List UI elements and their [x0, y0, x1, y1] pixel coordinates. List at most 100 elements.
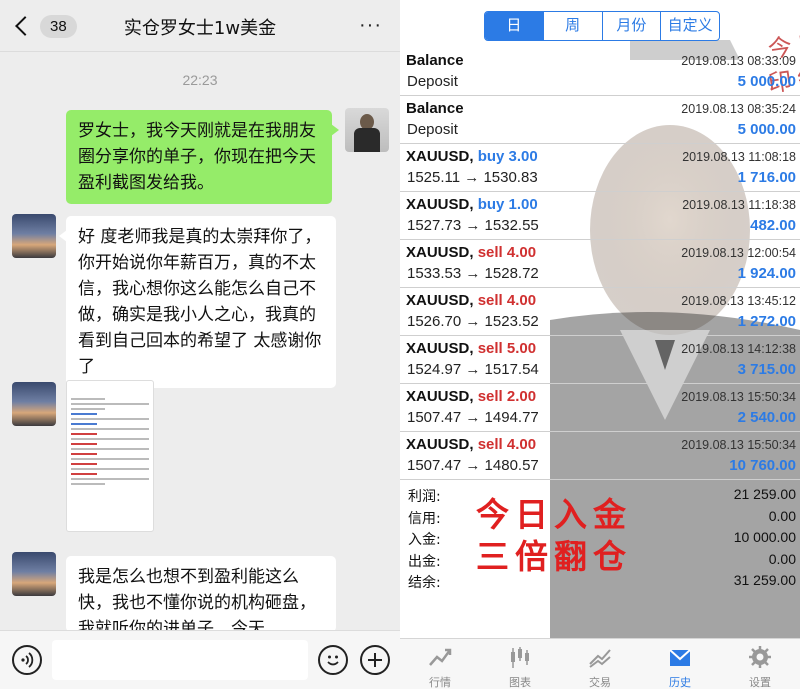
chat-title: 实仓罗女士1w美金	[123, 18, 277, 39]
thumb-line	[71, 418, 149, 420]
deal-row[interactable]: XAUUSD, buy 1.00 2019.08.13 11:18:38 152…	[400, 192, 800, 240]
nav-label: 行情	[429, 676, 451, 689]
deal-profit: 482.00	[750, 217, 796, 234]
more-button[interactable]: ···	[359, 14, 382, 37]
deal-symbol: XAUUSD,	[406, 340, 474, 357]
tab-month[interactable]: 月份	[603, 12, 662, 40]
deal-row[interactable]: XAUUSD, sell 4.00 2019.08.13 12:00:54 15…	[400, 240, 800, 288]
nav-chart[interactable]: 图表	[480, 639, 560, 689]
deal-row[interactable]: Balance 2019.08.13 08:35:24 Deposit 5 00…	[400, 96, 800, 144]
summary-value: 31 259.00	[733, 572, 796, 588]
plus-icon[interactable]	[360, 645, 390, 675]
thumb-line	[71, 438, 149, 440]
deal-profit: 1 272.00	[737, 313, 796, 330]
nav-quotes[interactable]: 行情	[400, 639, 480, 689]
deal-row[interactable]: XAUUSD, sell 5.00 2019.08.13 14:12:38 15…	[400, 336, 800, 384]
nav-trade[interactable]: 交易	[560, 639, 640, 689]
contact-avatar[interactable]	[12, 552, 56, 596]
thumb-line	[71, 408, 106, 410]
message-bubble-received[interactable]: 我是怎么也想不到盈利能这么快，我也不懂你说的机构砸盘，我就听你的进单子，今天	[66, 556, 336, 632]
deal-profit: 1 924.00	[737, 265, 796, 282]
deal-datetime: 2019.08.13 15:50:34	[681, 438, 796, 452]
screenshot-thumbnail[interactable]	[66, 380, 154, 532]
deal-symbol: XAUUSD,	[406, 388, 474, 405]
overlay-line: 三倍翻仓	[476, 537, 632, 576]
deal-symbol: XAUUSD,	[406, 148, 474, 165]
nav-label: 历史	[669, 676, 691, 689]
contact-avatar[interactable]	[12, 382, 56, 426]
deal-row[interactable]: Balance 2019.08.13 08:33:09 Deposit 5 00…	[400, 48, 800, 96]
avatar-body	[354, 128, 380, 152]
nav-label: 设置	[749, 676, 771, 689]
deal-symbol: Balance	[406, 100, 464, 117]
thumb-line	[71, 458, 149, 460]
voice-icon[interactable]	[12, 645, 42, 675]
deal-row[interactable]: XAUUSD, sell 2.00 2019.08.13 15:50:34 15…	[400, 384, 800, 432]
nav-settings[interactable]: 设置	[720, 639, 800, 689]
thumb-line	[71, 423, 97, 425]
deal-datetime: 2019.08.13 11:18:38	[682, 198, 796, 212]
settings-icon	[749, 646, 771, 668]
thumb-line	[71, 468, 149, 470]
period-tabs: 日 周 月份 自定义	[484, 11, 720, 41]
summary-value: 0.00	[768, 550, 796, 567]
bottom-nav: 行情 图表 交易 历史 设置	[400, 638, 800, 689]
deal-datetime: 2019.08.13 11:08:18	[682, 150, 796, 164]
emoji-icon[interactable]	[318, 645, 348, 675]
deal-profit: 10 760.00	[729, 457, 796, 474]
deal-prices: 1533.53 → 1528.72	[407, 265, 539, 282]
deal-symbol-wrap: XAUUSD, sell 4.00	[406, 292, 536, 309]
thumb-line	[71, 428, 149, 430]
message-input[interactable]	[52, 640, 308, 680]
thumb-line	[71, 478, 149, 480]
deal-prices: 1525.11 → 1530.83	[407, 169, 538, 186]
deal-row[interactable]: XAUUSD, buy 3.00 2019.08.13 11:08:18 152…	[400, 144, 800, 192]
deal-row[interactable]: XAUUSD, sell 4.00 2019.08.13 13:45:12 15…	[400, 288, 800, 336]
deal-symbol-wrap: XAUUSD, sell 4.00	[406, 244, 536, 261]
deal-list: Balance 2019.08.13 08:33:09 Deposit 5 00…	[400, 48, 800, 480]
overlay-line: 今日入金	[476, 495, 632, 534]
deal-row[interactable]: XAUUSD, sell 4.00 2019.08.13 15:50:34 15…	[400, 432, 800, 480]
nav-history[interactable]: 历史	[640, 639, 720, 689]
summary-label: 入金:	[408, 532, 441, 548]
deal-datetime: 2019.08.13 13:45:12	[681, 294, 796, 308]
deal-side: sell 5.00	[477, 340, 537, 357]
deal-datetime: 2019.08.13 15:50:34	[681, 390, 796, 404]
tab-week[interactable]: 周	[544, 12, 603, 40]
deal-symbol: XAUUSD,	[406, 436, 474, 453]
overlay-caption: 今日入金 三倍翻仓	[476, 494, 632, 578]
deal-datetime: 2019.08.13 12:00:54	[681, 246, 796, 260]
deal-symbol-wrap: XAUUSD, buy 1.00	[406, 196, 538, 213]
contact-avatar[interactable]	[12, 214, 56, 258]
tab-day[interactable]: 日	[485, 12, 544, 40]
summary-value: 10 000.00	[733, 529, 796, 545]
deal-symbol-wrap: XAUUSD, sell 2.00	[406, 388, 536, 405]
chat-header: 38 实仓罗女士1w美金 ···	[0, 0, 400, 52]
deal-symbol-wrap: XAUUSD, sell 5.00	[406, 340, 536, 357]
thumb-line	[71, 413, 97, 415]
message-bubble-received[interactable]: 好 度老师我是真的太崇拜你了，你开始说你年薪百万，真的不太信，我心想你这么能怎么…	[59, 216, 336, 388]
quotes-icon	[429, 648, 452, 666]
deal-profit: 5 000.00	[737, 121, 796, 138]
deal-prices: 1507.47 → 1480.57	[407, 457, 539, 474]
tab-custom[interactable]: 自定义	[661, 12, 719, 40]
summary-value: 21 259.00	[733, 486, 796, 502]
my-avatar[interactable]	[345, 108, 389, 152]
deal-symbol: XAUUSD,	[406, 196, 474, 213]
trade-icon	[589, 649, 611, 668]
deal-prices: Deposit	[407, 121, 458, 138]
chat-input-bar	[0, 630, 400, 689]
deal-profit: 3 715.00	[737, 361, 796, 378]
message-bubble-sent[interactable]: 罗女士，我今天刚就是在我朋友圈分享你的单子，你现在把今天盈利截图发给我。	[66, 110, 339, 204]
deal-prices: 1507.47 → 1494.77	[407, 409, 539, 426]
deal-side: sell 4.00	[477, 244, 537, 261]
thumb-line	[71, 463, 97, 465]
deal-datetime: 2019.08.13 08:35:24	[681, 102, 796, 116]
summary-label: 结余:	[408, 575, 441, 591]
trade-history-panel: 日 周 月份 自定义 今 度 印 鑑 Balance 2019.08.13 08…	[400, 0, 800, 689]
thumb-line	[71, 403, 149, 405]
deal-side: buy 3.00	[477, 148, 538, 165]
deal-symbol-wrap: XAUUSD, sell 4.00	[406, 436, 536, 453]
summary-value: 0.00	[768, 507, 796, 524]
deal-prices: Deposit	[407, 73, 458, 90]
